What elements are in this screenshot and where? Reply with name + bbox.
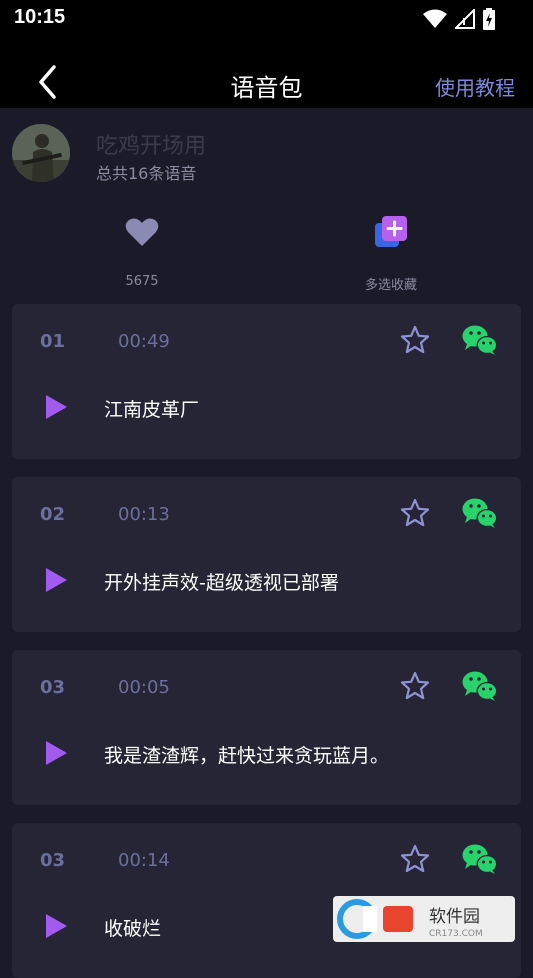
- wechat-share-icon[interactable]: [462, 843, 498, 875]
- item-title: 开外挂声效-超级透视已部署: [104, 572, 339, 594]
- star-icon[interactable]: [400, 325, 430, 355]
- play-icon[interactable]: [44, 740, 68, 766]
- status-time: 10:15: [14, 6, 66, 28]
- pack-name: 吃鸡开场用: [96, 134, 207, 159]
- multi-select-label: 多选收藏: [364, 278, 417, 293]
- like-count: 5675: [125, 274, 159, 289]
- watermark-subtext: CR173.COM: [429, 929, 483, 939]
- wechat-share-icon[interactable]: [462, 670, 498, 702]
- heart-icon: [125, 218, 159, 246]
- wechat-share-icon[interactable]: [462, 324, 498, 356]
- multi-select-collect[interactable]: 多选收藏: [331, 212, 451, 293]
- status-icons: [423, 8, 495, 30]
- status-bar: 10:15: [0, 0, 533, 36]
- multi-select-add-icon: [375, 216, 407, 247]
- item-duration: 00:13: [118, 504, 170, 525]
- nav-bar: 语音包 使用教程: [0, 36, 533, 108]
- star-icon[interactable]: [400, 671, 430, 701]
- item-index: 03: [40, 677, 66, 698]
- item-duration: 00:14: [118, 850, 170, 871]
- watermark-text: 软件园: [429, 907, 480, 927]
- pack-header: 吃鸡开场用 总共16条语音 5675 多选收藏: [0, 108, 533, 298]
- item-title: 江南皮革厂: [104, 399, 200, 421]
- star-icon[interactable]: [400, 498, 430, 528]
- play-icon[interactable]: [44, 913, 68, 939]
- item-title: 我是渣渣辉，赶快过来贪玩蓝月。: [104, 745, 390, 767]
- item-duration: 00:05: [118, 677, 170, 698]
- star-icon[interactable]: [400, 844, 430, 874]
- pack-count: 总共16条语音: [96, 164, 197, 183]
- item-index: 03: [40, 850, 66, 871]
- watermark-logo: 软件园 CR173.COM: [333, 896, 515, 942]
- tutorial-link[interactable]: 使用教程: [435, 72, 515, 101]
- wechat-share-icon[interactable]: [462, 497, 498, 529]
- like-stat[interactable]: 5675: [82, 212, 202, 289]
- soldier-avatar-icon: [12, 124, 70, 182]
- play-icon[interactable]: [44, 394, 68, 420]
- item-index: 02: [40, 504, 66, 525]
- play-icon[interactable]: [44, 567, 68, 593]
- voice-item[interactable]: 02 00:13 开外挂声效-超级透视已部署: [12, 477, 521, 632]
- battery-icon: [483, 8, 495, 30]
- voice-item[interactable]: 03 00:05 我是渣渣辉，赶快过来贪玩蓝月。: [12, 650, 521, 805]
- item-index: 01: [40, 331, 66, 352]
- voice-item[interactable]: 01 00:49 江南皮革厂: [12, 304, 521, 459]
- wifi-icon: [423, 9, 447, 28]
- pack-avatar: [12, 124, 70, 182]
- signal-icon: [455, 9, 475, 29]
- item-duration: 00:49: [118, 331, 170, 352]
- item-title: 收破烂: [104, 918, 162, 940]
